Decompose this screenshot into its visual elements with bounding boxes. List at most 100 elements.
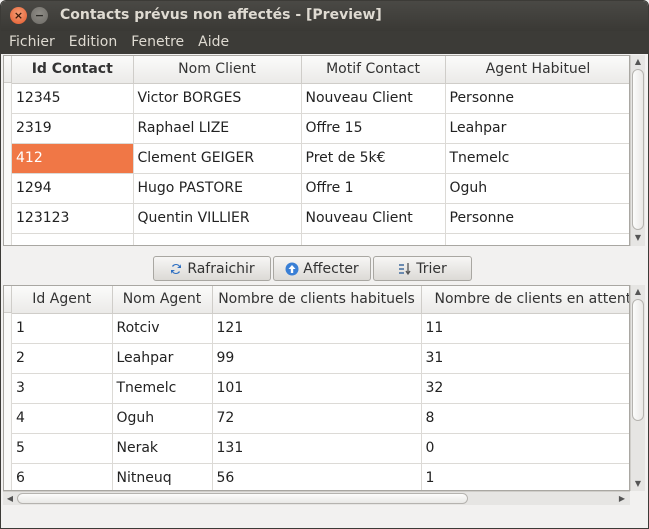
table-cell[interactable]: Clement GEIGER	[133, 143, 302, 174]
table-cell[interactable]: 11	[421, 313, 629, 344]
table-row[interactable]: 6 Nitneuq 56 1	[12, 463, 629, 490]
table-cell[interactable]: 1294	[12, 173, 134, 204]
table-cell[interactable]	[445, 233, 629, 245]
table-cell[interactable]: Offre 1	[301, 173, 446, 204]
table-cell[interactable]: 1	[421, 463, 629, 490]
agents-horizontal-scrollbar[interactable]: ◀ ▶	[3, 491, 630, 505]
table-cell[interactable]: Pret de 5k€	[301, 143, 446, 174]
window-title: Contacts prévus non affectés - [Preview]	[60, 7, 382, 23]
table-row-selected[interactable]: 412 Clement GEIGER Pret de 5k€ Tnemelc	[12, 143, 629, 174]
table-cell[interactable]: 8	[421, 403, 629, 434]
table-cell[interactable]: 101	[212, 373, 422, 404]
up-arrow-icon	[285, 262, 299, 275]
table-cell[interactable]: Raphael LIZE	[133, 113, 302, 144]
table-cell[interactable]: 1	[12, 313, 113, 344]
scroll-up-arrow-icon[interactable]: ▲	[631, 55, 645, 69]
column-header-nom-agent[interactable]: Nom Agent	[112, 286, 213, 314]
table-row[interactable]: 1294 Hugo PASTORE Offre 1 Oguh	[12, 173, 629, 204]
table-row[interactable]	[12, 233, 629, 245]
menu-aide[interactable]: Aide	[191, 31, 236, 54]
table-cell[interactable]: 4	[12, 403, 113, 434]
column-header-id-contact[interactable]: Id Contact	[12, 56, 134, 84]
table-cell[interactable]: 99	[212, 343, 422, 374]
table-cell[interactable]: Personne	[445, 83, 629, 114]
table-cell[interactable]: 32	[421, 373, 629, 404]
table-cell[interactable]: 6	[12, 463, 113, 490]
scroll-down-arrow-icon[interactable]: ▼	[631, 477, 645, 491]
agents-vertical-scrollbar[interactable]: ▲ ▼	[630, 285, 645, 491]
table-cell[interactable]: 2319	[12, 113, 134, 144]
column-header-motif-contact[interactable]: Motif Contact	[301, 56, 446, 84]
scroll-down-arrow-icon[interactable]: ▼	[631, 231, 645, 245]
table-cell[interactable]: Offre 15	[301, 113, 446, 144]
table-cell[interactable]: Nitneuq	[112, 463, 213, 490]
table-cell[interactable]: Quentin VILLIER	[133, 203, 302, 234]
scrollbar-thumb[interactable]	[632, 299, 644, 421]
selected-cell[interactable]: 412	[12, 143, 134, 174]
app-window: × − Contacts prévus non affectés - [Prev…	[0, 0, 649, 529]
column-header-agent-habituel[interactable]: Agent Habituel	[445, 56, 629, 84]
assign-button[interactable]: Affecter	[273, 256, 371, 281]
table-cell[interactable]: Leahpar	[112, 343, 213, 374]
contacts-vertical-scrollbar[interactable]: ▲ ▼	[630, 55, 645, 246]
sort-button[interactable]: Trier	[373, 256, 472, 281]
table-cell[interactable]: 12345	[12, 83, 134, 114]
table-cell[interactable]: 2	[12, 343, 113, 374]
row-header-column	[4, 313, 12, 490]
menu-edition[interactable]: Edition	[62, 31, 124, 54]
table-cell[interactable]: Tnemelc	[112, 373, 213, 404]
menu-fenetre[interactable]: Fenetre	[124, 31, 191, 54]
table-cell[interactable]	[133, 233, 302, 245]
table-row[interactable]: 12345 Victor BORGES Nouveau Client Perso…	[12, 83, 629, 114]
table-cell[interactable]: 5	[12, 433, 113, 464]
table-cell[interactable]: Personne	[445, 203, 629, 234]
table-cell[interactable]: Nouveau Client	[301, 83, 446, 114]
table-row[interactable]: 5 Nerak 131 0	[12, 433, 629, 464]
table-cell[interactable]	[301, 233, 446, 245]
table-cell[interactable]: Victor BORGES	[133, 83, 302, 114]
table-cell[interactable]: Nerak	[112, 433, 213, 464]
table-cell[interactable]: Oguh	[445, 173, 629, 204]
table-corner	[4, 286, 12, 313]
sort-icon	[399, 262, 411, 275]
scrollbar-thumb[interactable]	[632, 69, 644, 230]
table-row[interactable]: 123123 Quentin VILLIER Nouveau Client Pe…	[12, 203, 629, 234]
column-header-id-agent[interactable]: Id Agent	[12, 286, 113, 314]
row-header-column	[4, 83, 12, 245]
table-row[interactable]: 1 Rotciv 121 11	[12, 313, 629, 344]
minimize-icon[interactable]: −	[31, 7, 48, 24]
table-cell[interactable]: 72	[212, 403, 422, 434]
title-bar: × − Contacts prévus non affectés - [Prev…	[1, 1, 648, 31]
table-row[interactable]: 4 Oguh 72 8	[12, 403, 629, 434]
table-cell[interactable]: Oguh	[112, 403, 213, 434]
column-header-clients-habituels[interactable]: Nombre de clients habituels	[212, 286, 422, 314]
refresh-button[interactable]: Rafraichir	[153, 256, 271, 281]
table-cell[interactable]: Nouveau Client	[301, 203, 446, 234]
scroll-up-arrow-icon[interactable]: ▲	[631, 285, 645, 299]
menu-fichier[interactable]: Fichier	[2, 31, 62, 54]
table-row[interactable]: 2319 Raphael LIZE Offre 15 Leahpar	[12, 113, 629, 144]
table-cell[interactable]: 131	[212, 433, 422, 464]
table-cell[interactable]: 0	[421, 433, 629, 464]
table-cell[interactable]: 3	[12, 373, 113, 404]
scroll-left-arrow-icon[interactable]: ◀	[3, 492, 17, 505]
column-header-nom-client[interactable]: Nom Client	[133, 56, 302, 84]
sort-button-label: Trier	[416, 260, 447, 277]
table-cell[interactable]: Leahpar	[445, 113, 629, 144]
table-cell[interactable]: Tnemelc	[445, 143, 629, 174]
table-cell[interactable]: 31	[421, 343, 629, 374]
refresh-button-label: Rafraichir	[187, 260, 255, 277]
table-cell[interactable]: 56	[212, 463, 422, 490]
table-cell[interactable]	[12, 233, 134, 245]
close-icon[interactable]: ×	[10, 7, 27, 24]
table-cell[interactable]: 121	[212, 313, 422, 344]
table-row[interactable]: 3 Tnemelc 101 32	[12, 373, 629, 404]
scrollbar-thumb[interactable]	[17, 493, 468, 504]
table-cell[interactable]: 123123	[12, 203, 134, 234]
table-cell[interactable]: Rotciv	[112, 313, 213, 344]
table-row[interactable]: 2 Leahpar 99 31	[12, 343, 629, 374]
scroll-right-arrow-icon[interactable]: ▶	[615, 492, 629, 505]
table-cell[interactable]: Hugo PASTORE	[133, 173, 302, 204]
column-header-clients-en-attente[interactable]: Nombre de clients en attente	[421, 286, 629, 314]
assign-button-label: Affecter	[303, 260, 359, 277]
